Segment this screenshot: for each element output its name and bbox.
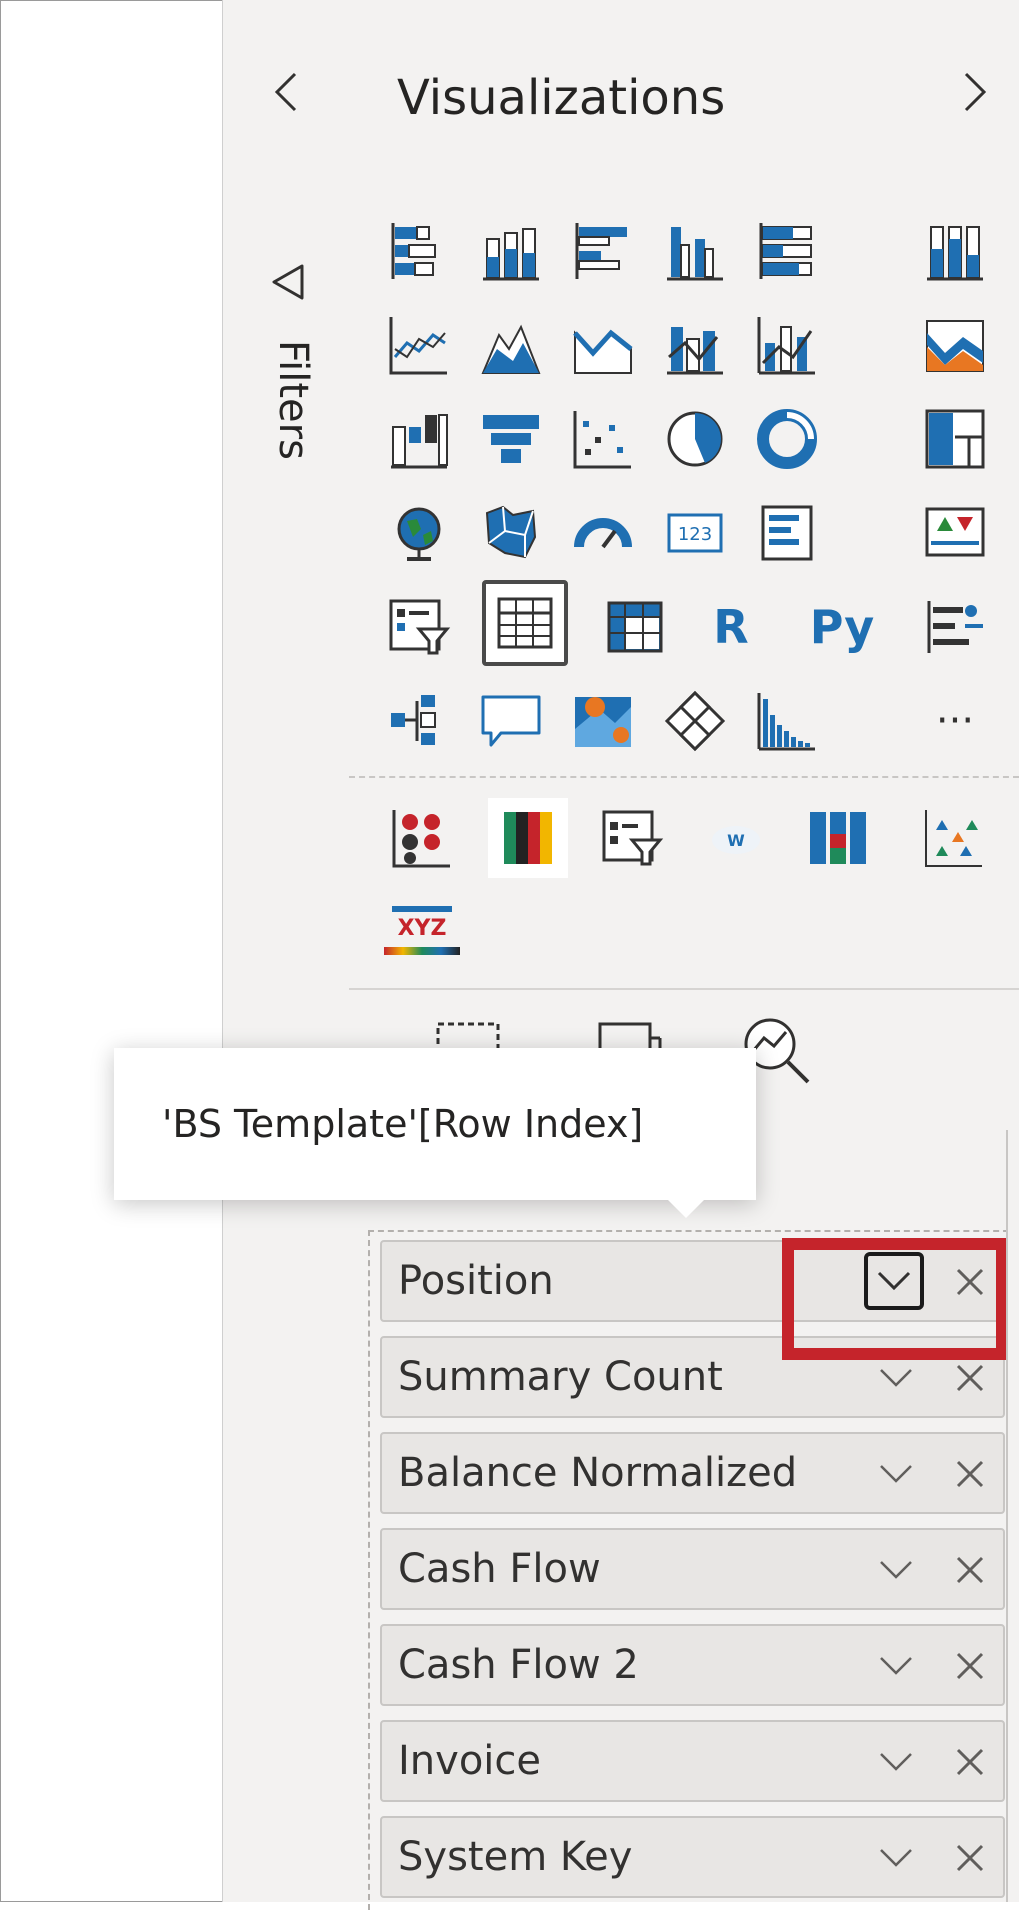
custom-visual-wordcloud-icon[interactable]: W bbox=[698, 800, 774, 876]
custom-visual-colorbars-icon[interactable] bbox=[488, 798, 568, 878]
field-label: Balance Normalized bbox=[398, 1450, 798, 1496]
matrix-icon[interactable] bbox=[600, 592, 670, 662]
100pct-stacked-bar-chart-icon[interactable] bbox=[752, 216, 822, 286]
field-expand-button[interactable] bbox=[878, 1840, 914, 1876]
field-label: System Key bbox=[398, 1834, 633, 1880]
custom-visual-dots-icon[interactable] bbox=[384, 800, 460, 876]
field-label: Summary Count bbox=[398, 1354, 723, 1400]
chevron-down-icon bbox=[880, 1657, 912, 1675]
custom-visual-scatter-icon[interactable] bbox=[916, 800, 992, 876]
r-visual-label: R bbox=[713, 600, 749, 654]
funnel-icon[interactable] bbox=[268, 262, 308, 302]
stacked-area-chart-icon[interactable] bbox=[568, 310, 638, 380]
tooltip-arrow bbox=[664, 1196, 708, 1218]
close-icon bbox=[956, 1748, 984, 1776]
kpi-icon[interactable] bbox=[920, 498, 990, 568]
field-expand-button[interactable] bbox=[878, 1552, 914, 1588]
chevron-down-icon bbox=[880, 1561, 912, 1579]
field-item-invoice[interactable]: Invoice bbox=[380, 1720, 1005, 1802]
stacked-column-chart-icon[interactable] bbox=[476, 216, 546, 286]
paginated-report-icon[interactable] bbox=[752, 686, 822, 756]
chevron-down-icon bbox=[880, 1369, 912, 1387]
close-icon bbox=[956, 1460, 984, 1488]
chevron-down-icon bbox=[880, 1753, 912, 1771]
field-expand-button[interactable] bbox=[878, 1744, 914, 1780]
filled-map-icon[interactable] bbox=[476, 498, 546, 568]
chevron-left-icon bbox=[274, 72, 297, 112]
field-remove-button[interactable] bbox=[952, 1456, 988, 1492]
line-chart-icon[interactable] bbox=[384, 310, 454, 380]
field-expand-button[interactable] bbox=[878, 1456, 914, 1492]
area-chart-icon[interactable] bbox=[476, 310, 546, 380]
chevron-down-icon bbox=[880, 1465, 912, 1483]
clustered-bar-chart-icon[interactable] bbox=[568, 216, 638, 286]
visualizations-title: Visualizations bbox=[397, 70, 726, 126]
filters-collapse-button[interactable] bbox=[266, 62, 306, 122]
multi-row-card-icon[interactable] bbox=[752, 498, 822, 568]
field-expand-button[interactable] bbox=[878, 1648, 914, 1684]
tooltip-text: 'BS Template'[Row Index] bbox=[162, 1102, 644, 1146]
field-remove-button[interactable] bbox=[952, 1744, 988, 1780]
custom-xyz-label: XYZ bbox=[397, 915, 447, 941]
field-item-cash-flow[interactable]: Cash Flow bbox=[380, 1528, 1005, 1610]
python-visual-label: Py bbox=[809, 600, 875, 654]
visualizations-expand-button[interactable] bbox=[955, 62, 995, 122]
field-remove-button[interactable] bbox=[952, 1552, 988, 1588]
custom-visual-xyz-icon[interactable]: XYZ bbox=[380, 890, 464, 970]
scatter-chart-icon[interactable] bbox=[568, 404, 638, 474]
clustered-column-chart-icon[interactable] bbox=[660, 216, 730, 286]
field-well-scrollbar[interactable] bbox=[1006, 1130, 1019, 1902]
card-icon[interactable]: 123 bbox=[660, 498, 730, 568]
stacked-bar-chart-icon[interactable] bbox=[384, 216, 454, 286]
table-icon[interactable] bbox=[482, 580, 568, 666]
more-visuals-label: ··· bbox=[935, 698, 975, 744]
chevron-right-icon bbox=[964, 72, 987, 112]
pie-chart-icon[interactable] bbox=[660, 404, 730, 474]
line-and-stacked-column-icon[interactable] bbox=[660, 310, 730, 380]
field-remove-button[interactable] bbox=[952, 1648, 988, 1684]
pane-section-divider bbox=[349, 988, 1019, 990]
custom-visual-slicer-icon[interactable] bbox=[594, 800, 670, 876]
funnel-chart-icon[interactable] bbox=[476, 404, 546, 474]
power-apps-icon[interactable] bbox=[660, 686, 730, 756]
field-item-system-key[interactable]: System Key bbox=[380, 1816, 1005, 1898]
gauge-icon[interactable] bbox=[568, 498, 638, 568]
key-influencers-icon[interactable] bbox=[920, 592, 990, 662]
field-expand-button[interactable] bbox=[878, 1360, 914, 1396]
100pct-stacked-column-chart-icon[interactable] bbox=[920, 216, 990, 286]
decomposition-tree-icon[interactable] bbox=[384, 686, 454, 756]
close-icon bbox=[956, 1844, 984, 1872]
more-visuals-icon[interactable]: ··· bbox=[920, 686, 990, 756]
slicer-icon[interactable] bbox=[384, 592, 454, 662]
card-value-text: 123 bbox=[678, 524, 712, 545]
field-label: Cash Flow bbox=[398, 1546, 601, 1592]
highlight-annotation-box bbox=[782, 1238, 1008, 1360]
r-script-visual-icon[interactable]: R bbox=[696, 592, 766, 662]
close-icon bbox=[956, 1364, 984, 1392]
custom-visual-stacked-icon[interactable] bbox=[800, 800, 876, 876]
azure-map-icon[interactable] bbox=[568, 686, 638, 756]
line-and-clustered-column-icon[interactable] bbox=[752, 310, 822, 380]
filters-label[interactable]: Filters bbox=[270, 340, 316, 460]
close-icon bbox=[956, 1652, 984, 1680]
close-icon bbox=[956, 1556, 984, 1584]
field-item-balance-normalized[interactable]: Balance Normalized bbox=[380, 1432, 1005, 1514]
svg-text:W: W bbox=[727, 831, 745, 850]
field-item-cash-flow-2[interactable]: Cash Flow 2 bbox=[380, 1624, 1005, 1706]
python-visual-icon[interactable]: Py bbox=[800, 592, 884, 662]
field-remove-button[interactable] bbox=[952, 1360, 988, 1396]
waterfall-chart-icon[interactable] bbox=[384, 404, 454, 474]
donut-chart-icon[interactable] bbox=[752, 404, 822, 474]
visuals-separator bbox=[349, 776, 1019, 778]
field-label: Position bbox=[398, 1258, 554, 1304]
qna-icon[interactable] bbox=[476, 686, 546, 756]
ribbon-chart-icon[interactable] bbox=[920, 310, 990, 380]
treemap-icon[interactable] bbox=[920, 404, 990, 474]
chevron-down-icon bbox=[880, 1849, 912, 1867]
field-label: Cash Flow 2 bbox=[398, 1642, 639, 1688]
map-icon[interactable] bbox=[384, 498, 454, 568]
field-tooltip: 'BS Template'[Row Index] bbox=[114, 1048, 756, 1200]
field-label: Invoice bbox=[398, 1738, 542, 1784]
field-remove-button[interactable] bbox=[952, 1840, 988, 1876]
